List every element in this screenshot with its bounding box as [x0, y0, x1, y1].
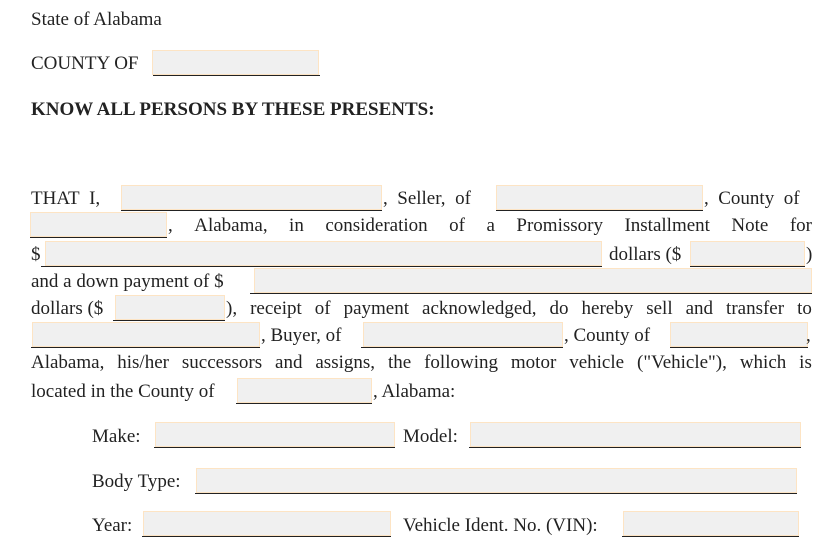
buyer-city-underline — [361, 347, 563, 348]
down-payment-words-input[interactable] — [254, 268, 812, 293]
seller-city-input[interactable] — [496, 185, 703, 210]
l1-seller-of: , Seller, of — [383, 188, 471, 209]
seller-name-underline — [121, 210, 382, 211]
down-payment-amount-underline — [113, 320, 225, 321]
l1-county-of: , County of — [704, 188, 800, 209]
l8-alabama: , Alabama: — [373, 381, 456, 402]
vin-input[interactable] — [623, 511, 799, 536]
buyer-county-input[interactable] — [670, 322, 808, 347]
l3-dollars: dollars ($ — [609, 244, 682, 265]
l8-located: located in the County of — [31, 381, 215, 402]
l6-buyer: , Buyer, of — [261, 325, 342, 346]
seller-name-input[interactable] — [121, 185, 382, 210]
l1-that: THAT I, — [31, 188, 101, 209]
note-amount-words-underline — [41, 266, 602, 267]
heading: KNOW ALL PERSONS BY THESE PRESENTS: — [31, 99, 435, 120]
body-type-underline — [195, 493, 797, 494]
buyer-city-input[interactable] — [363, 322, 563, 347]
note-amount-input[interactable] — [690, 241, 805, 266]
note-amount-words-input[interactable] — [45, 241, 602, 266]
year-label: Year: — [92, 515, 133, 536]
buyer-name-underline — [31, 347, 260, 348]
county-label: COUNTY OF — [31, 53, 139, 74]
model-input[interactable] — [470, 422, 801, 447]
body-type-label: Body Type: — [92, 471, 181, 492]
county-underline — [153, 75, 320, 76]
make-label: Make: — [92, 426, 141, 447]
l3-dollar: $ — [31, 244, 41, 265]
vin-underline — [622, 536, 799, 537]
make-input[interactable] — [155, 422, 395, 447]
l6-comma: , — [806, 325, 811, 346]
buyer-name-input[interactable] — [32, 322, 260, 347]
l3-close: ) — [806, 244, 813, 265]
l6-county: , County of — [564, 325, 651, 346]
make-underline — [154, 447, 395, 448]
seller-county-underline — [30, 237, 167, 238]
l2-text: , Alabama, in consideration of a Promissory Ins… — [168, 215, 812, 236]
l5-dollars: dollars ($ — [31, 298, 104, 319]
note-amount-underline — [690, 266, 805, 267]
year-input[interactable] — [143, 511, 391, 536]
model-label: Model: — [403, 426, 458, 447]
state-line: State of Alabama — [31, 9, 162, 30]
body-type-input[interactable] — [196, 468, 797, 493]
county-input[interactable] — [152, 50, 319, 75]
model-underline — [469, 447, 801, 448]
vehicle-county-underline — [236, 403, 372, 404]
l5-text: ), receipt of payment acknowledged, do hereby s… — [226, 298, 812, 319]
seller-city-underline — [496, 210, 703, 211]
vehicle-county-input[interactable] — [237, 378, 372, 403]
vin-label: Vehicle Ident. No. (VIN): — [403, 515, 598, 536]
l7-text: Alabama, his/her successors and assigns, the f… — [31, 352, 812, 373]
down-payment-words-underline — [250, 293, 812, 294]
buyer-county-underline — [670, 347, 808, 348]
seller-county-input[interactable] — [30, 212, 167, 237]
l4-down-payment: and a down payment of $ — [31, 271, 224, 292]
down-payment-amount-input[interactable] — [115, 295, 225, 320]
year-underline — [142, 536, 391, 537]
